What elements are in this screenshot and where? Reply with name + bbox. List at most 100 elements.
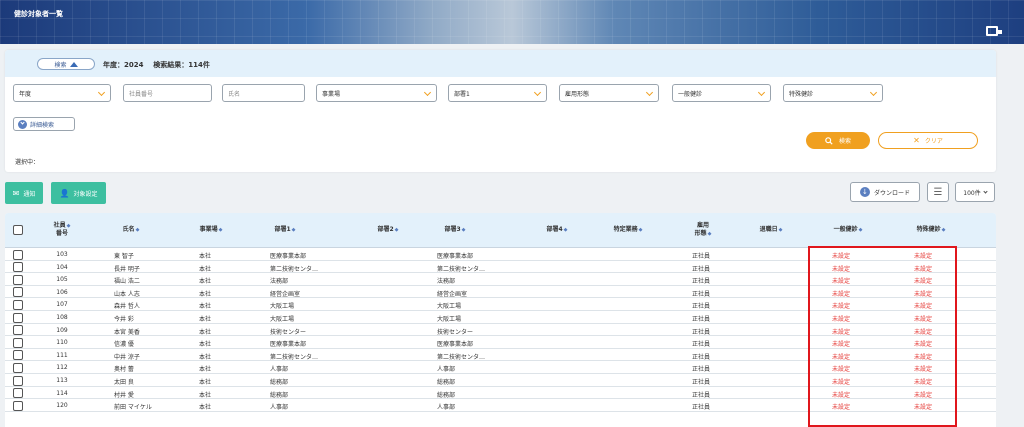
notify-label: 通知: [23, 190, 36, 198]
cell-dept1: 人事部: [270, 404, 289, 412]
selected-label: 選択中：: [15, 159, 40, 166]
table-row[interactable]: 106 山本 人志 本社 経営企画室 経営企画室 正社員 未設定 未設定: [5, 286, 996, 299]
th-special-checkup[interactable]: 特殊健診◆: [917, 226, 946, 234]
cell-dept1: 大阪工場: [270, 303, 295, 311]
cell-special-checkup: 未設定: [913, 353, 933, 361]
chevron-down-circle-icon: [18, 119, 27, 129]
cell-office: 本社: [199, 391, 212, 399]
th-employee-no-line2: 番号: [55, 230, 68, 237]
th-dept3-label: 部署3: [444, 226, 461, 233]
table-row[interactable]: 107 森井 哲人 本社 大阪工場 大阪工場 正社員 未設定 未設定: [5, 298, 996, 311]
th-employee-no[interactable]: 社員◆ 番号: [54, 222, 71, 238]
dept1-select[interactable]: 部署1: [448, 84, 547, 102]
notify-button[interactable]: ✉ 通知: [5, 182, 43, 204]
th-special-work[interactable]: 特定業務◆: [614, 226, 643, 234]
table-row[interactable]: 105 福山 浩二 本社 法務部 法務部 正社員 未設定 未設定: [5, 273, 996, 286]
table-row[interactable]: 108 今井 彩 本社 大阪工場 大阪工場 正社員 未設定 未設定: [5, 311, 996, 324]
cell-employee-no: 120: [56, 402, 68, 410]
th-employment[interactable]: 雇用 形態◆: [695, 222, 712, 238]
search-toggle-label: 検索: [54, 61, 67, 69]
chevron-down-icon: [983, 188, 988, 194]
table-row[interactable]: 113 太田 良 本社 総務部 総務部 正社員 未設定 未設定: [5, 374, 996, 387]
sort-icon: ◆: [461, 227, 466, 233]
row-checkbox[interactable]: [13, 287, 23, 298]
th-dept2[interactable]: 部署2◆: [377, 226, 398, 234]
cell-dept3: 総務部: [437, 391, 456, 399]
row-checkbox[interactable]: [13, 312, 23, 323]
cell-dept3: 総務部: [437, 379, 456, 386]
search-toggle-button[interactable]: 検索: [37, 58, 95, 70]
row-checkbox[interactable]: [13, 249, 23, 260]
year-and-result-info: 年度：2024 検索結果：114件: [103, 60, 210, 70]
table-row[interactable]: 103 東 智子 本社 医療事業本部 医療事業本部 正社員 未設定 未設定: [5, 248, 996, 261]
row-checkbox[interactable]: [13, 362, 23, 373]
cell-employee-no: 112: [56, 364, 68, 372]
detail-search-button[interactable]: 詳細検索: [13, 117, 75, 131]
cell-office: 本社: [199, 316, 212, 323]
header-decoration-dot: [998, 30, 1002, 34]
table-row[interactable]: 110 信濃 優 本社 医療事業本部 医療事業本部 正社員 未設定 未設定: [5, 336, 996, 349]
name-input[interactable]: 氏名: [222, 84, 305, 102]
th-general-checkup[interactable]: 一般健診◆: [834, 226, 863, 234]
cell-dept3: 技術センター: [437, 328, 474, 336]
row-checkbox[interactable]: [13, 325, 23, 336]
row-checkbox[interactable]: [13, 400, 23, 411]
triangle-up-icon: [69, 61, 78, 67]
general-checkup-select[interactable]: 一般健診: [672, 84, 771, 102]
cell-dept1: 総務部: [270, 391, 289, 399]
row-checkbox[interactable]: [13, 299, 23, 310]
row-checkbox[interactable]: [13, 274, 23, 285]
year-select[interactable]: 年度: [13, 84, 111, 102]
table-row[interactable]: 112 奥村 蕾 本社 人事部 人事部 正社員 未設定 未設定: [5, 361, 996, 374]
office-select[interactable]: 事業場: [316, 84, 437, 102]
cell-name: 長井 明子: [114, 265, 140, 273]
cell-dept3: 法務部: [437, 278, 456, 286]
select-all-checkbox[interactable]: [13, 225, 23, 235]
th-employment-line2: 形態: [694, 230, 707, 237]
th-dept1[interactable]: 部署1◆: [274, 226, 295, 234]
cell-name: 太田 良: [114, 379, 134, 386]
th-name[interactable]: 氏名◆: [123, 226, 140, 234]
cell-name: 森井 哲人: [114, 303, 140, 311]
table-row[interactable]: 111 中井 涼子 本社 第二技術センタ… 第二技術センタ… 正社員 未設定 未設定: [5, 349, 996, 362]
cell-general-checkup: 未設定: [831, 253, 851, 260]
table-header: 社員◆ 番号 氏名◆ 事業場◆ 部署1◆ 部署2◆ 部署3◆ 部署4◆ 特定業務…: [5, 213, 996, 248]
cell-office: 本社: [199, 341, 212, 349]
table-row[interactable]: 120 前田 マイケル 本社 人事部 人事部 正社員 未設定 未設定: [5, 399, 996, 412]
per-page-select[interactable]: 100件: [955, 182, 995, 202]
cell-dept1: 医療事業本部: [270, 341, 307, 349]
cell-employee-no: 114: [56, 389, 68, 397]
employment-select[interactable]: 雇用形態: [559, 84, 659, 102]
sort-icon: ◆: [394, 227, 399, 233]
cell-employment: 正社員: [691, 253, 711, 260]
table-row[interactable]: 114 村井 愛 本社 総務部 総務部 正社員 未設定 未設定: [5, 387, 996, 400]
cell-general-checkup: 未設定: [831, 404, 851, 412]
cell-dept3: 人事部: [437, 404, 456, 412]
table-row[interactable]: 109 本宮 美香 本社 技術センター 技術センター 正社員 未設定 未設定: [5, 324, 996, 337]
th-dept3[interactable]: 部署3◆: [444, 226, 465, 234]
search-button-label: 検索: [838, 138, 851, 145]
employee-no-input[interactable]: 社員番号: [123, 84, 212, 102]
download-button[interactable]: ↓ ダウンロード: [850, 182, 920, 202]
row-checkbox[interactable]: [13, 375, 23, 386]
th-dept4[interactable]: 部署4◆: [546, 226, 567, 234]
column-settings-button[interactable]: ☰: [927, 182, 949, 202]
cell-employment: 正社員: [691, 328, 711, 336]
target-setting-button[interactable]: 👤 対象設定: [51, 182, 106, 204]
th-retire-date[interactable]: 退職日◆: [760, 226, 783, 234]
th-office[interactable]: 事業場◆: [200, 226, 223, 234]
table-row[interactable]: 104 長井 明子 本社 第二技術センタ… 第二技術センタ… 正社員 未設定 未設定: [5, 261, 996, 274]
row-checkbox[interactable]: [13, 262, 23, 273]
clear-button[interactable]: ✕ クリア: [878, 132, 978, 149]
special-checkup-select[interactable]: 特殊健診: [783, 84, 883, 102]
th-dept1-label: 部署1: [274, 226, 291, 233]
search-button[interactable]: 検索: [806, 132, 870, 149]
cell-employee-no: 111: [56, 351, 68, 359]
row-checkbox[interactable]: [13, 337, 23, 348]
cell-general-checkup: 未設定: [831, 290, 851, 298]
cell-special-checkup: 未設定: [913, 404, 933, 412]
cell-employment: 正社員: [691, 341, 711, 349]
row-checkbox[interactable]: [13, 350, 23, 361]
row-checkbox[interactable]: [13, 388, 23, 399]
cell-employment: 正社員: [691, 290, 711, 298]
